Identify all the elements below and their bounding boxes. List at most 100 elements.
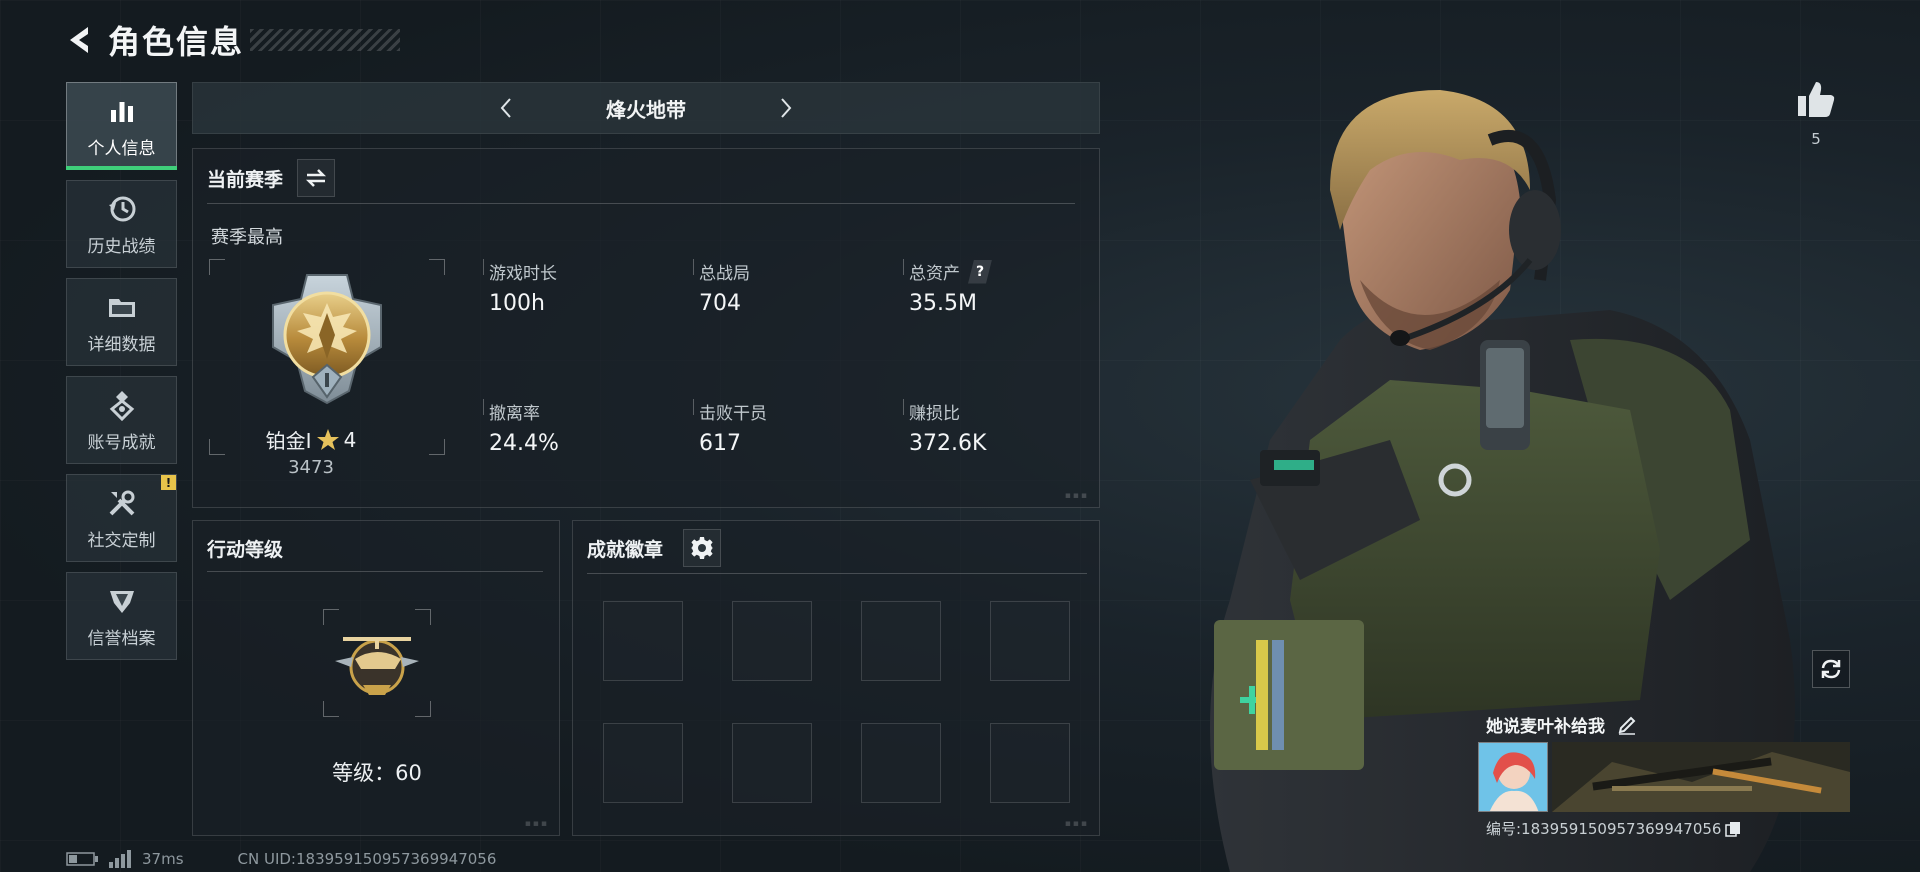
rank-emblem-icon <box>272 274 382 405</box>
player-id-row: 编号:1839591509573699470​56 <box>1486 818 1741 839</box>
corner-decoration: ▪▪▪ <box>524 819 549 829</box>
sidebar-item-detailed-data[interactable]: 详细数据 <box>66 278 177 366</box>
stat-label: 总战局 <box>699 264 750 284</box>
help-button[interactable]: ? <box>968 259 992 284</box>
mode-prev-button[interactable] <box>486 88 526 128</box>
player-avatar[interactable] <box>1478 742 1548 812</box>
stat-label-row: 总资产 ? <box>909 259 992 284</box>
sidebar-item-social-customize[interactable]: ! 社交定制 <box>66 474 177 562</box>
battery-icon <box>66 852 98 866</box>
signal-icon <box>109 850 131 868</box>
level-badge-frame <box>323 609 431 717</box>
stat-value: 100h <box>489 291 545 316</box>
player-card: 她说麦叶补给我 编号:1839591509573699470​56 <box>1478 704 1850 844</box>
history-clock-icon <box>105 192 139 226</box>
sidebar-item-match-history[interactable]: 历史战绩 <box>66 180 177 268</box>
achievement-slot[interactable] <box>732 723 812 803</box>
mode-name: 烽火地带 <box>606 97 686 122</box>
page-header: 角色信息 <box>60 18 401 62</box>
divider <box>207 571 543 572</box>
stat-label: 赚损比 <box>909 404 960 424</box>
stat-label: 游戏时长 <box>489 264 557 284</box>
sidebar-item-achievements[interactable]: 账号成就 <box>66 376 177 464</box>
season-panel: 当前赛季 赛季最高 铂金Ⅰ 4 3473 游戏时长 100h 总战局 704 总… <box>192 148 1100 508</box>
achievement-header: 成就徽章 <box>587 529 722 567</box>
achievement-badges-panel: 成就徽章 ▪▪▪ <box>572 520 1100 836</box>
sidebar-item-label: 详细数据 <box>87 334 156 355</box>
action-level-title: 行动等级 <box>207 539 284 561</box>
stat-value: 24.4% <box>489 431 559 456</box>
latency-text: 37ms <box>142 850 184 868</box>
achievement-slot[interactable] <box>732 601 812 681</box>
stat-profit-loss-ratio: 赚损比 372.6K <box>903 399 1103 479</box>
player-id: 编号:1839591509573699470​56 <box>1486 820 1722 838</box>
action-level-value: 等级：60 <box>332 761 422 785</box>
sidebar-item-credit-record[interactable]: 信誉档案 <box>66 572 177 660</box>
achievement-slot[interactable] <box>603 723 683 803</box>
tools-icon <box>105 486 139 520</box>
achievement-slot[interactable] <box>603 601 683 681</box>
stat-operators-defeated: 击败干员 617 <box>693 399 893 479</box>
stat-value: 35.5M <box>909 291 977 316</box>
uid-text: CN UID:1839591509573699470​56 <box>237 850 497 868</box>
mode-selector: 烽火地带 <box>192 82 1100 134</box>
sidebar-item-label: 社交定制 <box>87 530 156 551</box>
title-stripe-decoration <box>250 29 401 51</box>
divider <box>587 573 1087 574</box>
mode-next-button[interactable] <box>766 88 806 128</box>
sidebar-item-label: 个人信息 <box>87 138 156 159</box>
player-name-row: 她说麦叶补给我 <box>1486 712 1637 737</box>
folder-icon <box>105 290 139 324</box>
action-level-panel: 行动等级 等级：60 ▪▪▪ <box>192 520 560 836</box>
stat-play-time: 游戏时长 100h <box>483 259 683 339</box>
stat-total-assets: 总资产 ? 35.5M <box>903 259 1103 339</box>
frame-corner <box>415 701 431 717</box>
achievement-slot[interactable] <box>861 723 941 803</box>
stat-label: 撤离率 <box>489 404 540 424</box>
credit-shield-icon <box>105 584 139 618</box>
frame-corner <box>323 609 339 625</box>
achievement-slot[interactable] <box>990 723 1070 803</box>
achievement-settings-button[interactable] <box>683 529 722 567</box>
bar-chart-icon <box>105 94 139 128</box>
rotate-icon <box>1821 659 1841 679</box>
back-arrow-icon <box>70 27 88 53</box>
thumbs-up-icon <box>1798 82 1835 117</box>
stat-value: 617 <box>699 431 741 456</box>
copy-icon[interactable] <box>1725 821 1741 837</box>
like-count: 5 <box>1811 130 1821 148</box>
alert-badge: ! <box>161 475 176 490</box>
like-button[interactable] <box>1794 78 1838 122</box>
divider <box>207 203 1075 204</box>
player-name: 她说麦叶补给我 <box>1486 717 1605 737</box>
achievement-icon <box>105 388 139 422</box>
frame-corner <box>429 439 445 455</box>
chevron-left-icon <box>500 98 511 118</box>
season-header: 当前赛季 <box>207 159 336 197</box>
edit-pencil-icon[interactable] <box>1617 715 1637 735</box>
rank-score: 3473 <box>288 457 334 478</box>
season-switch-button[interactable] <box>297 159 336 197</box>
stat-total-matches: 总战局 704 <box>693 259 893 339</box>
achievement-slot[interactable] <box>990 601 1070 681</box>
chevron-right-icon <box>781 98 792 118</box>
back-button[interactable] <box>60 20 100 60</box>
sidebar-item-label: 信誉档案 <box>87 628 156 649</box>
frame-corner <box>415 609 431 625</box>
status-bar: 37ms CN UID:1839591509573699470​56 <box>66 850 496 868</box>
frame-corner <box>209 259 225 275</box>
stat-value: 372.6K <box>909 431 987 456</box>
sidebar-item-label: 历史战绩 <box>87 236 156 257</box>
stat-extraction-rate: 撤离率 24.4% <box>483 399 683 479</box>
player-card-banner <box>1552 742 1850 812</box>
swap-icon <box>305 169 327 187</box>
sidebar-item-personal-info[interactable]: 个人信息 <box>66 82 177 170</box>
season-title: 当前赛季 <box>207 168 284 191</box>
gear-icon <box>691 537 714 559</box>
rotate-model-button[interactable] <box>1812 650 1850 688</box>
sidebar: 个人信息 历史战绩 详细数据 账号成就 ! 社交定制 信誉档案 <box>66 82 177 670</box>
frame-corner <box>429 259 445 275</box>
achievement-slot[interactable] <box>861 601 941 681</box>
sidebar-item-label: 账号成就 <box>87 432 156 453</box>
corner-decoration: ▪▪▪ <box>1064 491 1089 501</box>
